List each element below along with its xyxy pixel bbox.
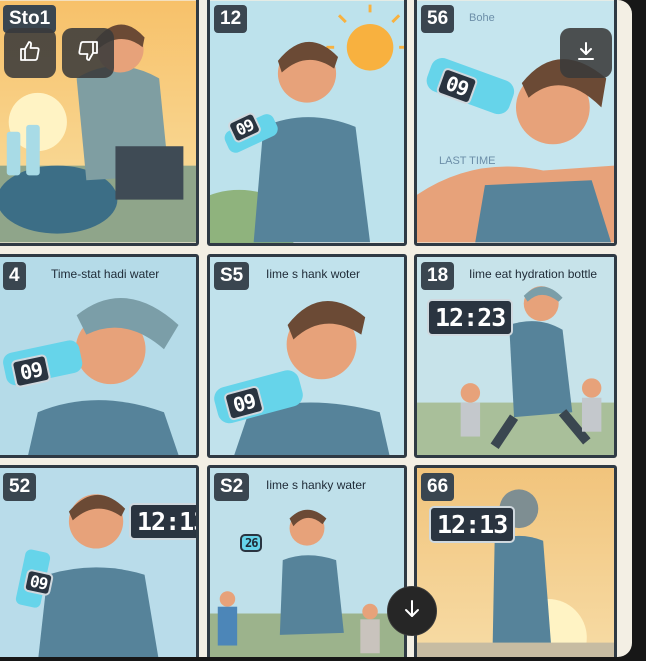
comic-panel-5: 09 Iime s hank woter S5 <box>207 254 407 458</box>
comic-panel-8: 26 Iime s hanky water S2 <box>207 465 407 657</box>
smartwatch-time-display: 12:13 <box>429 506 516 543</box>
thumbs-up-button[interactable] <box>4 28 56 78</box>
panel-caption: Iime eat hydration bottle <box>469 267 598 281</box>
panel-caption: Time-stat hadi water <box>51 267 160 281</box>
panel-number-badge: S5 <box>214 262 250 290</box>
comic-panel-2: 09 12 <box>207 0 407 246</box>
panel-caption: Bohe <box>469 12 495 24</box>
download-button[interactable] <box>560 28 612 78</box>
panel-overlay-text: LAST TIME <box>439 155 496 167</box>
panel-number-badge: 18 <box>421 262 455 290</box>
comic-panel-4: 09 Time-stat hadi water 4 <box>0 254 199 458</box>
thumbs-down-icon <box>76 39 100 68</box>
panel-number-badge: 52 <box>3 473 37 501</box>
panel-number-badge: 4 <box>3 262 26 290</box>
panel-number-badge: 66 <box>421 473 455 501</box>
panel-number-badge: S2 <box>214 473 250 501</box>
generated-image: Sto1 09 12 09 Bohe LAST TIME 56 09 Time-… <box>0 0 632 657</box>
smartwatch-time-display: 12:23 <box>427 299 514 336</box>
download-icon <box>574 39 598 68</box>
comic-panel-7: 09 12:13 52 <box>0 465 199 657</box>
panel-caption: Iime s hanky water <box>266 478 367 492</box>
panel-caption: Iime s hank woter <box>266 267 361 281</box>
thumbs-down-button[interactable] <box>62 28 114 78</box>
panel-number-badge: 56 <box>421 5 455 33</box>
smartwatch-time-display: 12:13 <box>129 503 196 540</box>
comic-panel-6: 12:23 Iime eat hydration bottle 18 <box>414 254 617 458</box>
comic-panel-9: 12:13 66 <box>414 465 617 657</box>
bottle-label: 26 <box>240 534 263 552</box>
panel-number-badge: 12 <box>214 5 248 33</box>
arrow-down-icon <box>400 597 424 626</box>
thumbs-up-icon <box>18 39 42 68</box>
scroll-to-bottom-button[interactable] <box>387 586 437 636</box>
